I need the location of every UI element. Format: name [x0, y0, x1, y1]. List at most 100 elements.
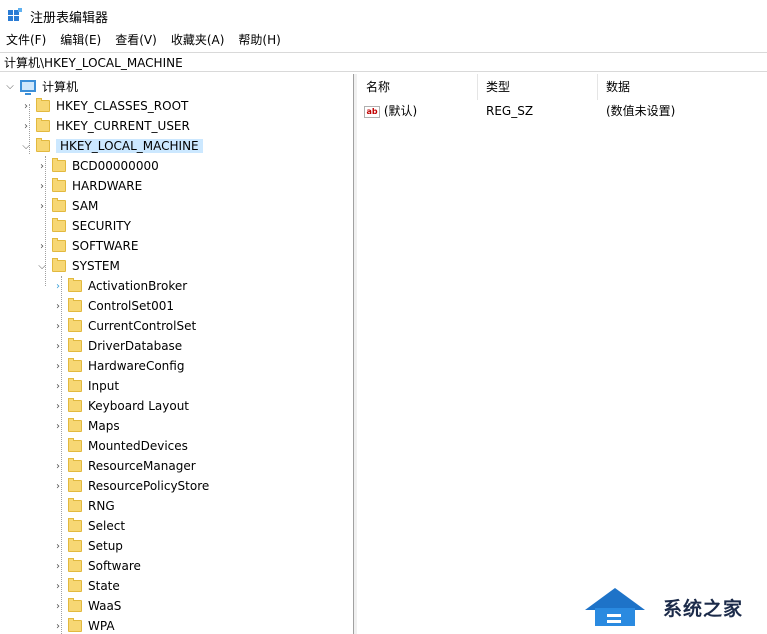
chevron-right-icon[interactable]: ›	[52, 276, 64, 296]
chevron-right-icon[interactable]: ›	[52, 456, 64, 476]
tree-node-label: WaaS	[88, 599, 122, 613]
chevron-right-icon[interactable]: ›	[52, 396, 64, 416]
chevron-right-icon[interactable]: ›	[52, 296, 64, 316]
tree-connector	[36, 216, 48, 236]
tree-node-software-sub[interactable]: › Software	[52, 556, 141, 576]
value-row-data: (数值未设置)	[606, 104, 676, 118]
folder-icon	[52, 178, 66, 192]
tree-node-mounteddevices[interactable]: MountedDevices	[52, 436, 188, 456]
tree-node-rng[interactable]: RNG	[52, 496, 115, 516]
column-header-type[interactable]: 类型	[478, 74, 598, 100]
chevron-right-icon[interactable]: ›	[36, 176, 48, 196]
menu-view[interactable]: 查看(V)	[108, 30, 164, 51]
tree-node-software[interactable]: › SOFTWARE	[36, 236, 138, 256]
folder-icon	[52, 218, 66, 232]
tree-node-security[interactable]: SECURITY	[36, 216, 131, 236]
folder-icon	[68, 278, 82, 292]
tree-node-label: MountedDevices	[88, 439, 188, 453]
tree-node-label: Maps	[88, 419, 120, 433]
tree-node-hkcu[interactable]: › HKEY_CURRENT_USER	[20, 116, 190, 136]
chevron-right-icon[interactable]: ›	[52, 356, 64, 376]
chevron-right-icon[interactable]: ›	[52, 576, 64, 596]
folder-icon	[36, 118, 50, 132]
chevron-right-icon[interactable]: ›	[36, 156, 48, 176]
chevron-down-icon[interactable]: ⌵	[36, 256, 48, 276]
tree-node-wpa[interactable]: › WPA	[52, 616, 115, 634]
menu-favorites[interactable]: 收藏夹(A)	[164, 30, 232, 51]
value-name: (默认)	[383, 104, 418, 118]
chevron-down-icon[interactable]: ⌵	[20, 136, 32, 156]
tree-node-hkcr[interactable]: › HKEY_CLASSES_ROOT	[20, 96, 188, 116]
chevron-right-icon[interactable]: ›	[20, 96, 32, 116]
tree-node-controlset001[interactable]: › ControlSet001	[52, 296, 174, 316]
chevron-right-icon[interactable]: ›	[52, 536, 64, 556]
title-bar: 注册表编辑器	[0, 0, 767, 30]
folder-icon	[68, 438, 82, 452]
tree-node-system[interactable]: ⌵ SYSTEM	[36, 256, 120, 276]
chevron-right-icon[interactable]: ›	[36, 196, 48, 216]
house-logo-icon	[585, 588, 645, 626]
chevron-right-icon[interactable]: ›	[52, 316, 64, 336]
chevron-right-icon[interactable]: ›	[52, 376, 64, 396]
tree-node-label: RNG	[88, 499, 115, 513]
tree-node-label: HKEY_CLASSES_ROOT	[56, 99, 189, 113]
chevron-right-icon[interactable]: ›	[52, 336, 64, 356]
tree-node-activationbroker[interactable]: › ActivationBroker	[52, 276, 187, 296]
folder-icon	[36, 138, 50, 152]
value-row-name[interactable]: ab (默认)	[364, 101, 476, 121]
value-row-type: REG_SZ	[486, 104, 534, 118]
tree-node-hardware[interactable]: › HARDWARE	[36, 176, 142, 196]
pane-splitter[interactable]	[354, 74, 357, 634]
tree-node-maps[interactable]: › Maps	[52, 416, 120, 436]
tree-node-input[interactable]: › Input	[52, 376, 119, 396]
tree-node-hardwareconfig[interactable]: › HardwareConfig	[52, 356, 184, 376]
tree-node-waas[interactable]: › WaaS	[52, 596, 121, 616]
tree-node-computer[interactable]: ⌵ 计算机	[4, 76, 78, 96]
column-header-data[interactable]: 数据	[598, 74, 767, 100]
menu-help[interactable]: 帮助(H)	[231, 30, 287, 51]
tree-node-hklm[interactable]: ⌵ HKEY_LOCAL_MACHINE	[20, 136, 203, 156]
folder-icon	[68, 578, 82, 592]
tree-node-state[interactable]: › State	[52, 576, 120, 596]
chevron-down-icon[interactable]: ⌵	[4, 76, 16, 96]
tree-node-select[interactable]: Select	[52, 516, 125, 536]
key-tree[interactable]: ⌵ 计算机 › HKEY_CLASSES_ROOT › HKEY_CURRENT…	[0, 74, 354, 634]
tree-node-bcd[interactable]: › BCD00000000	[36, 156, 159, 176]
tree-node-currentcontrolset[interactable]: › CurrentControlSet	[52, 316, 196, 336]
chevron-right-icon[interactable]: ›	[52, 476, 64, 496]
address-bar[interactable]: 计算机\HKEY_LOCAL_MACHINE	[0, 52, 767, 72]
folder-icon	[52, 198, 66, 212]
tree-node-setup[interactable]: › Setup	[52, 536, 123, 556]
values-list[interactable]: 名称 类型 数据 ab (默认) REG_SZ (数值未设置)	[358, 74, 767, 634]
folder-icon	[68, 298, 82, 312]
folder-icon	[68, 598, 82, 612]
folder-icon	[68, 418, 82, 432]
menu-edit[interactable]: 编辑(E)	[53, 30, 108, 51]
window-title: 注册表编辑器	[30, 11, 109, 26]
string-value-icon: ab	[364, 105, 380, 118]
tree-node-sam[interactable]: › SAM	[36, 196, 98, 216]
folder-icon	[68, 518, 82, 532]
chevron-right-icon[interactable]: ›	[52, 616, 64, 634]
tree-node-label: State	[88, 579, 120, 593]
tree-node-label: ResourcePolicyStore	[88, 479, 210, 493]
tree-node-driverdatabase[interactable]: › DriverDatabase	[52, 336, 182, 356]
tree-node-resourcemanager[interactable]: › ResourceManager	[52, 456, 196, 476]
chevron-right-icon[interactable]: ›	[20, 116, 32, 136]
tree-node-label: DriverDatabase	[88, 339, 183, 353]
tree-node-label: HKEY_LOCAL_MACHINE	[56, 139, 203, 153]
chevron-right-icon[interactable]: ›	[52, 556, 64, 576]
registry-editor-icon	[8, 8, 22, 21]
tree-node-resourcepolicystore[interactable]: › ResourcePolicyStore	[52, 476, 209, 496]
menu-file[interactable]: 文件(F)	[0, 30, 53, 51]
folder-icon	[68, 478, 82, 492]
folder-icon	[68, 538, 82, 552]
chevron-right-icon[interactable]: ›	[52, 416, 64, 436]
tree-node-label: HARDWARE	[72, 179, 143, 193]
chevron-right-icon[interactable]: ›	[36, 236, 48, 256]
tree-node-label: ControlSet001	[88, 299, 174, 313]
tree-node-label: 计算机	[42, 79, 79, 94]
column-header-name[interactable]: 名称	[358, 74, 478, 100]
chevron-right-icon[interactable]: ›	[52, 596, 64, 616]
tree-node-keyboardlayout[interactable]: › Keyboard Layout	[52, 396, 189, 416]
